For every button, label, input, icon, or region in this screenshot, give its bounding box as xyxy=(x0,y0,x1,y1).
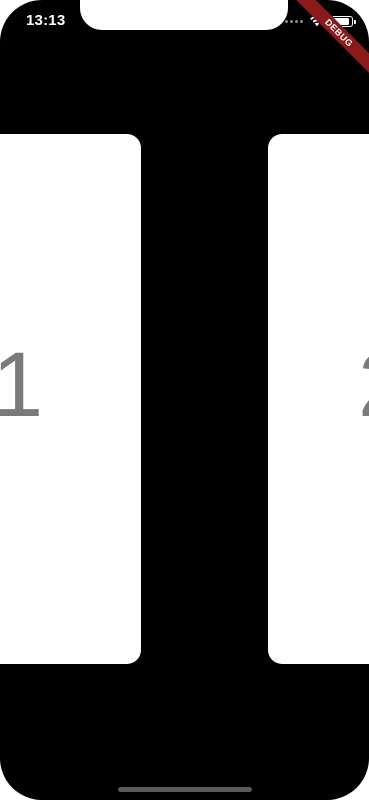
status-icons xyxy=(285,13,356,29)
battery-icon xyxy=(331,15,356,27)
status-time: 13:13 xyxy=(26,12,66,29)
page-card-1[interactable]: 1 xyxy=(0,134,141,664)
page-card-2[interactable]: 2 xyxy=(268,134,369,664)
page-view[interactable]: 1 2 xyxy=(0,0,369,800)
device-screen: 1 2 13:13 DEBUG xyxy=(0,0,369,800)
signal-icon xyxy=(285,19,303,23)
page-number-1: 1 xyxy=(0,334,44,436)
device-notch xyxy=(80,0,288,30)
page-number-2: 2 xyxy=(358,339,369,431)
wifi-icon xyxy=(310,15,324,27)
home-indicator[interactable] xyxy=(118,787,252,792)
